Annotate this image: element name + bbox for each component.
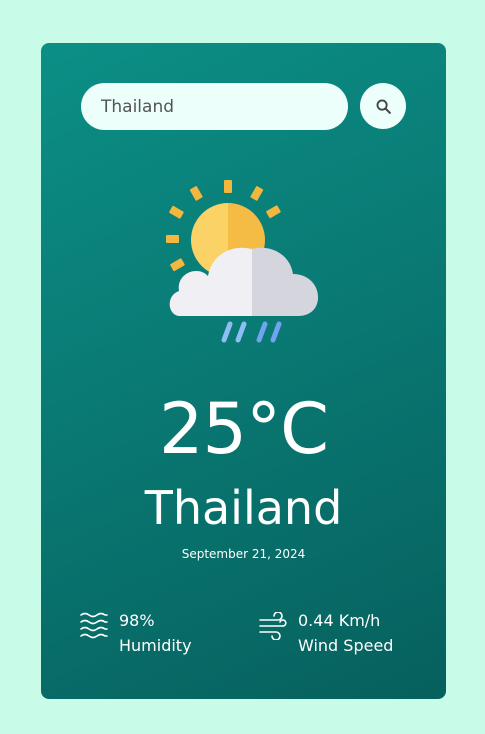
wind-speed-label: Wind Speed (298, 636, 394, 655)
city-name: Thailand (144, 481, 343, 535)
search-bar (81, 83, 406, 130)
sun-cloud-rain-icon (166, 180, 319, 343)
wind-icon (259, 612, 287, 640)
wind-speed-value: 0.44 Km/h (298, 611, 381, 630)
temperature: 25°C (159, 388, 329, 470)
humidity-value: 98% (119, 611, 155, 630)
humidity-waves-icon (80, 612, 108, 639)
search-button[interactable] (360, 83, 406, 129)
humidity-stat: 98% Humidity (79, 608, 192, 658)
wind-stat: 0.44 Km/h Wind Speed (258, 608, 393, 658)
search-icon (376, 99, 391, 114)
date: September 21, 2024 (181, 547, 306, 561)
weather-card: 25°C Thailand September 21, 2024 98% Hum… (41, 43, 446, 699)
search-input[interactable] (81, 83, 348, 130)
humidity-label: Humidity (119, 636, 192, 655)
